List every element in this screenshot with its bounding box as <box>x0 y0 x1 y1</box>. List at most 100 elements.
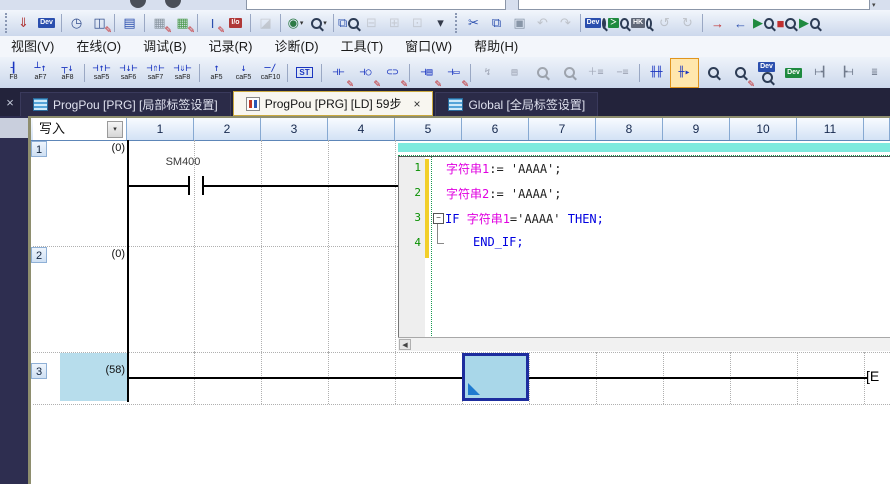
rung-number[interactable]: 1 <box>31 141 47 157</box>
st-line-number: 4 <box>399 236 421 249</box>
cut-icon[interactable]: ✂ <box>463 13 484 33</box>
window-next-icon[interactable]: ⊞ <box>384 13 405 33</box>
sync-left-icon[interactable]: ↺ <box>654 13 675 33</box>
fold-collapse-icon[interactable]: − <box>433 213 444 224</box>
falling-icon[interactable]: ↓caF5 <box>230 59 257 87</box>
st-horizontal-scrollbar[interactable]: ◀ <box>398 337 890 351</box>
device-comment-icon[interactable]: I✎ <box>202 13 223 33</box>
copy-icon[interactable]: ⧉ <box>486 13 507 33</box>
statement-list-icon[interactable]: ▦✎ <box>149 13 170 33</box>
dev-display-icon[interactable]: Dev <box>753 59 780 87</box>
contact-edit-icon[interactable]: ⊣⊢✎ <box>325 59 352 87</box>
list-top-icon[interactable]: ≣ <box>861 59 888 87</box>
dev-find-icon[interactable]: Dev <box>585 13 606 33</box>
seg-kw: END_IF; <box>473 235 524 249</box>
selected-grid-cell[interactable] <box>462 353 529 401</box>
coil-edit-icon[interactable]: ⊣○✎ <box>352 59 379 87</box>
quick-entry-field[interactable] <box>518 0 870 10</box>
tab-progpou-ld[interactable]: ProgPou [PRG] [LD] 59步× <box>233 91 434 116</box>
convert-icon[interactable]: ↯ <box>474 59 501 87</box>
tab-progpou-local-label[interactable]: ProgPou [PRG] [局部标签设置] <box>20 92 231 116</box>
eraser-icon[interactable]: ◪ <box>255 13 276 33</box>
delete-row-icon[interactable]: −≡ <box>609 59 636 87</box>
scroll-left-arrow-icon[interactable]: ◀ <box>399 339 411 350</box>
device-write-icon[interactable]: ⇓ <box>13 13 34 33</box>
ladder-display-icon[interactable]: ╫╫ <box>643 59 670 87</box>
docked-panel-handle[interactable] <box>0 118 28 138</box>
vline-write-icon[interactable]: ┨F8 <box>0 59 27 87</box>
rung-number[interactable]: 3 <box>31 363 47 379</box>
edit-mode-value: 写入 <box>39 121 65 136</box>
invert-result-icon[interactable]: ─∕caF10 <box>257 59 284 87</box>
combo-dropdown-arrow[interactable]: ▾ <box>872 1 876 9</box>
rising-icon[interactable]: ↑aF5 <box>203 59 230 87</box>
find-device-icon[interactable] <box>528 59 555 87</box>
pulse-close-or-icon[interactable]: ⊣⇓⊢saF8 <box>169 59 196 87</box>
st-code-panel[interactable]: 1字符串1:= 'AAAA';2字符串2:= 'AAAA';3−IF 字符串1=… <box>398 156 890 338</box>
insert-row-icon[interactable]: ＋≡ <box>582 59 609 87</box>
edit-mode-combobox[interactable]: 写入 ▾ <box>33 118 127 140</box>
dev-monitor-icon[interactable]: Dev <box>36 13 57 33</box>
paste-icon[interactable]: ▣ <box>509 13 530 33</box>
find-edit-icon[interactable]: ✎ <box>726 59 753 87</box>
word-find-icon[interactable]: HK <box>631 13 652 33</box>
st-code-line[interactable]: 字符串2:= 'AAAA'; <box>446 185 562 202</box>
instruction-edit-icon[interactable]: ⊂⊃✎ <box>379 59 406 87</box>
monitor-watch-icon[interactable]: ◉▾ <box>285 13 306 33</box>
plc-read-icon[interactable]: ← <box>730 13 751 33</box>
undo-icon[interactable]: ↶ <box>532 13 553 33</box>
contact-bar-left[interactable] <box>188 176 190 195</box>
watch-window-icon[interactable]: ◷ <box>66 13 87 33</box>
io-check-icon[interactable]: I/o <box>225 13 246 33</box>
chevron-down-icon[interactable]: ▾ <box>107 121 123 138</box>
quick-find-combobox[interactable] <box>246 0 506 10</box>
inline-st-display-icon[interactable]: ╫▸ <box>670 58 699 88</box>
convert-all-icon[interactable]: ▤ <box>501 59 528 87</box>
monitor-run-icon[interactable]: ▶ <box>799 13 820 33</box>
menu-item-6[interactable]: 窗口(W) <box>394 36 463 57</box>
menu-item-2[interactable]: 调试(B) <box>132 36 197 57</box>
sync-right-icon[interactable]: ↻ <box>677 13 698 33</box>
window-find-icon[interactable]: ⧉ <box>338 13 359 33</box>
window-dock-icon[interactable]: ⊡ <box>407 13 428 33</box>
dev-jump-icon[interactable]: Dev <box>780 59 807 87</box>
close-pane-icon[interactable]: × <box>0 95 20 110</box>
contact-bar-right[interactable] <box>202 176 204 195</box>
pulse-close-contact-icon[interactable]: ⊣↓⊢saF6 <box>115 59 142 87</box>
rung-number[interactable]: 2 <box>31 247 47 263</box>
menu-item-0[interactable]: 视图(V) <box>0 36 65 57</box>
tab-close-icon[interactable]: × <box>413 97 420 111</box>
line-up-icon[interactable]: ┴↑aF7 <box>27 59 54 87</box>
toolbar-overflow-icon[interactable]: ▾ <box>430 13 451 33</box>
device-monitor-edit-icon[interactable]: ◫✎ <box>89 13 110 33</box>
st-code-line[interactable]: 字符串1:= 'AAAA'; <box>446 160 562 177</box>
statement-edit-icon[interactable]: ⊣▤✎ <box>413 59 440 87</box>
monitor-start-icon[interactable]: ▶ <box>753 13 774 33</box>
cross-reference-icon[interactable]: ▦✎ <box>172 13 193 33</box>
menu-item-1[interactable]: 在线(O) <box>65 36 132 57</box>
element-selection-icon[interactable]: ▤ <box>119 13 140 33</box>
st-code-line[interactable]: END_IF; <box>473 235 524 249</box>
device-find-icon[interactable]: ▾ <box>308 13 329 33</box>
st-box-icon[interactable]: ST <box>291 59 318 87</box>
menu-item-5[interactable]: 工具(T) <box>330 36 395 57</box>
window-prev-icon[interactable]: ⊟ <box>361 13 382 33</box>
menu-item-3[interactable]: 记录(R) <box>197 36 263 57</box>
st-code-line[interactable]: IF 字符串1='AAAA' THEN; <box>445 210 604 227</box>
pulse-open-contact-icon[interactable]: ⊣↑⊢saF5 <box>88 59 115 87</box>
pou-prev-icon[interactable]: ⊢┫ <box>807 59 834 87</box>
console-find-icon[interactable]: ＞ <box>608 13 629 33</box>
note-edit-icon[interactable]: ⊣▭✎ <box>440 59 467 87</box>
line-down-icon[interactable]: ┬↓aF8 <box>54 59 81 87</box>
find-contact-coil-icon[interactable] <box>699 59 726 87</box>
tab-global-label[interactable]: Global [全局标签设置] <box>435 92 598 116</box>
monitor-stop-icon[interactable]: ■ <box>776 13 797 33</box>
pulse-open-or-icon[interactable]: ⊣⇑⊢saF7 <box>142 59 169 87</box>
find-instruction-icon[interactable] <box>555 59 582 87</box>
mag <box>810 18 820 29</box>
redo-icon[interactable]: ↷ <box>555 13 576 33</box>
pou-next-icon[interactable]: ┣⊣ <box>834 59 861 87</box>
menu-item-7[interactable]: 帮助(H) <box>463 36 529 57</box>
plc-write-icon[interactable]: → <box>707 13 728 33</box>
menu-item-4[interactable]: 诊断(D) <box>264 36 330 57</box>
